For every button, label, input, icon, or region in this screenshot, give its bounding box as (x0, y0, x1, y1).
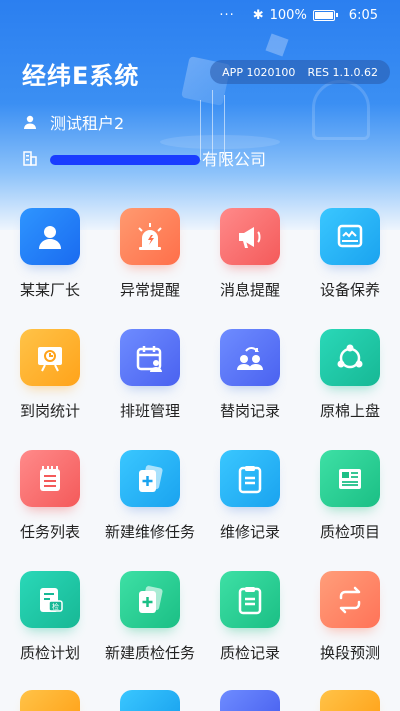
tile-new-qc-task[interactable]: 新建质检任务 (100, 563, 200, 663)
repeat-icon (320, 571, 380, 628)
version-badge: APP 1020100 RES 1.1.0.62 (210, 60, 390, 84)
status-bar: ··· ✱ 100% 6:05 (0, 0, 400, 30)
inspect-doc-icon: 检 (20, 571, 80, 628)
alarm-light-icon (120, 208, 180, 265)
tile-label: 替岗记录 (219, 402, 280, 420)
res-version: RES 1.1.0.62 (307, 65, 378, 79)
tile-label: 新建质检任务 (104, 644, 195, 662)
tile-label: 排班管理 (119, 402, 180, 420)
partial-tile[interactable] (120, 690, 180, 711)
tile-label: 新建维修任务 (104, 523, 195, 541)
calendar-user-icon (120, 329, 180, 386)
tile-qc-records[interactable]: 质检记录 (200, 563, 300, 663)
tile-label: 质检项目 (319, 523, 380, 541)
tile-label: 异常提醒 (119, 281, 180, 299)
status-dots: ··· (219, 7, 235, 23)
tile-label: 消息提醒 (219, 281, 280, 299)
tile-label: 某某厂长 (19, 281, 80, 299)
tile-task-list[interactable]: 任务列表 (0, 442, 100, 542)
clipboard-icon (220, 571, 280, 628)
tile-message-alert[interactable]: 消息提醒 (200, 200, 300, 300)
tile-label: 质检计划 (19, 644, 80, 662)
company-suffix: 有限公司 (202, 150, 267, 169)
svg-text:检: 检 (52, 602, 59, 611)
tile-substitute-records[interactable]: 替岗记录 (200, 321, 300, 421)
partial-tile[interactable] (20, 690, 80, 711)
decor-cube-small (265, 33, 289, 57)
tile-attendance-stats[interactable]: 到岗统计 (0, 321, 100, 421)
tile-label: 原棉上盘 (319, 402, 380, 420)
company-row[interactable]: 有限公司 (22, 146, 266, 170)
clipboard-icon (220, 450, 280, 507)
tile-label: 质检记录 (219, 644, 280, 662)
app-title: 经纬E系统 (22, 62, 140, 90)
redacted-company-name (50, 155, 200, 165)
tile-label: 任务列表 (19, 523, 80, 541)
tile-qc-items[interactable]: 质检项目 (300, 442, 400, 542)
clock-time: 6:05 (348, 7, 378, 23)
device-icon (320, 208, 380, 265)
tenant-row[interactable]: 测试租户2 (22, 110, 124, 134)
tile-repair-records[interactable]: 维修记录 (200, 442, 300, 542)
partial-tile[interactable] (220, 690, 280, 711)
tile-equipment-maintenance[interactable]: 设备保养 (300, 200, 400, 300)
decor-bell (312, 80, 370, 140)
tile-exception-alert[interactable]: 异常提醒 (100, 200, 200, 300)
user-icon (24, 115, 36, 129)
tile-qc-plan[interactable]: 检 质检计划 (0, 563, 100, 663)
tile-label: 到岗统计 (19, 402, 80, 420)
function-grid: 某某厂长 异常提醒 消息提醒 设备保养 到岗统计 排班管理 替岗记录 原棉上盘 … (0, 200, 400, 663)
add-card-icon (120, 450, 180, 507)
tile-label: 维修记录 (219, 523, 280, 541)
add-card-icon (120, 571, 180, 628)
building-icon (23, 151, 37, 166)
share-nodes-icon (320, 329, 380, 386)
person-icon (20, 208, 80, 265)
news-icon (320, 450, 380, 507)
megaphone-icon (220, 208, 280, 265)
header: ··· ✱ 100% 6:05 经纬E系统 APP 1020100 RES 1.… (0, 0, 400, 230)
battery-icon (312, 9, 338, 21)
battery-percent: 100% (269, 7, 307, 23)
app-version: APP 1020100 (222, 65, 296, 79)
tile-factory-manager[interactable]: 某某厂长 (0, 200, 100, 300)
tile-shift-forecast[interactable]: 换段预测 (300, 563, 400, 663)
tile-cotton-loading[interactable]: 原棉上盘 (300, 321, 400, 421)
tile-scheduling[interactable]: 排班管理 (100, 321, 200, 421)
tile-label: 换段预测 (319, 644, 380, 662)
swap-users-icon (220, 329, 280, 386)
tenant-name: 测试租户2 (50, 114, 125, 133)
bluetooth-icon: ✱ (252, 7, 264, 23)
tile-new-repair-task[interactable]: 新建维修任务 (100, 442, 200, 542)
partial-tile[interactable] (320, 690, 380, 711)
task-list-icon (20, 450, 80, 507)
clock-board-icon (20, 329, 80, 386)
tile-label: 设备保养 (319, 281, 380, 299)
